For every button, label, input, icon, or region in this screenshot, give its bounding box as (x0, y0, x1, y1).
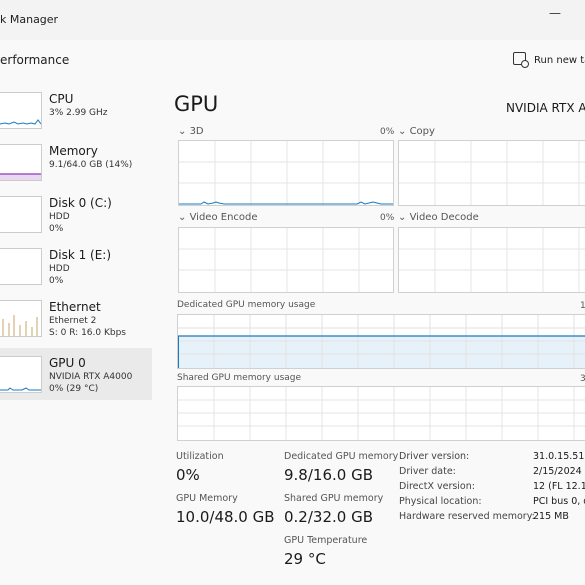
sidebar-item-label: Disk 0 (C:) (49, 196, 112, 210)
run-task-label: Run new ta (534, 55, 585, 66)
page-header: erformance Run new ta (0, 40, 585, 80)
engine-selector-video-encode[interactable]: ⌄ Video Encode (178, 212, 258, 223)
gpu-memory-label: GPU Memory (176, 493, 238, 504)
gpu-title: GPU (174, 92, 219, 116)
shared-memory-label: Shared GPU memory (284, 493, 384, 504)
driver-date-value: 2/15/2024 (533, 466, 582, 477)
engine-label: 3D (189, 126, 204, 137)
sidebar-item-type: HDD (49, 212, 70, 222)
dedicated-memory-graph-svg (178, 315, 585, 368)
utilization-label: Utilization (176, 451, 224, 462)
engine-video-encode-graph-svg (179, 228, 393, 292)
driver-date-label: Driver date: (399, 466, 456, 477)
dedicated-memory-value: 9.8/16.0 GB (284, 466, 373, 484)
reserved-memory-label: Hardware reserved memory: (399, 511, 535, 522)
engine-copy-graph (398, 140, 585, 206)
engine-selector-copy[interactable]: ⌄ Copy (398, 126, 435, 137)
sidebar-item-memory[interactable]: Memory 9.1/64.0 GB (14%) (0, 136, 152, 188)
engine-selector-video-decode[interactable]: ⌄ Video Decode (398, 212, 479, 223)
engine-3d-percent: 0% (380, 127, 395, 137)
gpu-temperature-label: GPU Temperature (284, 535, 368, 546)
sidebar-item-cpu[interactable]: CPU 3% 2.99 GHz (0, 84, 152, 136)
sidebar-item-model: NVIDIA RTX A4000 (49, 372, 133, 382)
sidebar-item-type: HDD (49, 264, 70, 274)
gpu-memory-value: 10.0/48.0 GB (176, 508, 275, 526)
engine-label: Video Decode (409, 212, 479, 223)
sidebar-item-ethernet[interactable]: Ethernet Ethernet 2 S: 0 R: 16.0 Kbps (0, 292, 152, 344)
sidebar-item-throughput: S: 0 R: 16.0 Kbps (49, 328, 126, 338)
engine-selector-3d[interactable]: ⌄ 3D (178, 126, 204, 137)
shared-memory-value: 0.2/32.0 GB (284, 508, 373, 526)
gpu-thumbnail-graph (0, 356, 42, 393)
run-new-task-button[interactable]: Run new ta (513, 52, 585, 70)
directx-version-label: DirectX version: (399, 481, 475, 492)
engine-label: Copy (409, 126, 435, 137)
sidebar-item-disk-0[interactable]: Disk 0 (C:) HDD 0% (0, 188, 152, 240)
gpu-temperature-value: 29 °C (284, 550, 326, 568)
cpu-thumbnail-graph (0, 92, 42, 129)
sidebar-item-label: GPU 0 (49, 356, 86, 370)
title-bar: k Manager — (0, 0, 585, 40)
engine-video-decode-graph-svg (399, 228, 585, 292)
dedicated-memory-max: 1 (580, 301, 585, 311)
minimize-button[interactable]: — (545, 6, 565, 20)
dedicated-memory-graph (177, 314, 585, 369)
shared-memory-max: 3 (580, 374, 585, 384)
ethernet-thumbnail-graph (0, 300, 42, 337)
resource-list: CPU 3% 2.99 GHz Memory 9.1/64.0 GB (14%)… (0, 84, 155, 404)
gpu-model-name: NVIDIA RTX A4 (506, 101, 585, 115)
engine-video-encode-percent: 0% (380, 213, 395, 223)
reserved-memory-value: 215 MB (533, 511, 569, 522)
shared-memory-graph (177, 386, 585, 441)
directx-version-value: 12 (FL 12.1) (533, 481, 585, 492)
engine-label: Video Encode (189, 212, 258, 223)
sidebar-item-usage: 0% (49, 276, 64, 286)
sidebar-item-label: Disk 1 (E:) (49, 248, 112, 262)
engine-3d-graph (178, 140, 394, 206)
sidebar-item-detail: 3% 2.99 GHz (49, 108, 108, 118)
shared-memory-graph-label: Shared GPU memory usage (177, 373, 302, 383)
sidebar-item-disk-1[interactable]: Disk 1 (E:) HDD 0% (0, 240, 152, 292)
sidebar-item-detail: 9.1/64.0 GB (14%) (49, 160, 133, 170)
utilization-value: 0% (176, 466, 200, 484)
driver-version-value: 31.0.15.5161 (533, 451, 585, 462)
disk-0-thumbnail-graph (0, 196, 42, 233)
engine-video-decode-graph (398, 227, 585, 293)
run-task-icon (513, 52, 529, 68)
dedicated-memory-label: Dedicated GPU memory (284, 451, 399, 462)
engine-video-encode-graph (178, 227, 394, 293)
shared-memory-graph-svg (178, 387, 585, 440)
driver-version-label: Driver version: (399, 451, 470, 462)
physical-location-value: PCI bus 0, de (533, 496, 585, 507)
sidebar-item-label: CPU (49, 92, 74, 106)
dedicated-memory-graph-label: Dedicated GPU memory usage (177, 300, 316, 310)
page-title: erformance (0, 53, 70, 67)
sidebar-item-gpu-0[interactable]: GPU 0 NVIDIA RTX A4000 0% (29 °C) (0, 348, 152, 400)
engine-copy-graph-svg (399, 141, 585, 205)
sidebar-item-label: Memory (49, 144, 98, 158)
sidebar-item-adapter: Ethernet 2 (49, 316, 97, 326)
window-title: k Manager (0, 13, 59, 26)
sidebar-item-usage: 0% (49, 224, 64, 234)
memory-thumbnail-graph (0, 144, 42, 181)
disk-1-thumbnail-graph (0, 248, 42, 285)
sidebar-item-usage: 0% (29 °C) (49, 384, 99, 394)
engine-3d-graph-svg (179, 141, 393, 205)
physical-location-label: Physical location: (399, 496, 482, 507)
sidebar-item-label: Ethernet (49, 300, 101, 314)
